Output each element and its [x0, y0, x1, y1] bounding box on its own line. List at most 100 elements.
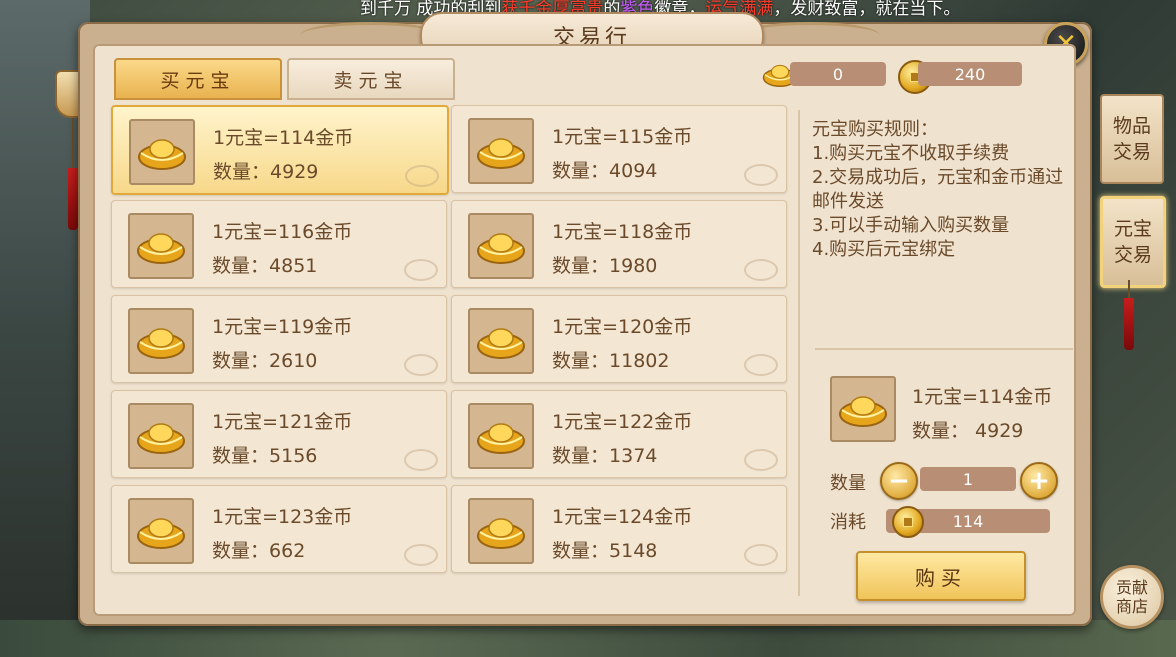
- offer-quantity: 数量：11802: [552, 346, 669, 373]
- offer-card[interactable]: 1元宝=119金币 数量：2610: [111, 295, 447, 383]
- offer-rate: 1元宝=115金币: [552, 126, 693, 148]
- tab-sell-yuanbao[interactable]: 卖元宝: [287, 58, 455, 100]
- tassel-cord: [1128, 280, 1130, 300]
- offer-card[interactable]: 1元宝=118金币 数量：1980: [451, 200, 787, 288]
- offer-card[interactable]: 1元宝=114金币 数量：4929: [111, 105, 449, 195]
- quantity-prefix: 数量：: [552, 255, 610, 277]
- selected-rate: 1元宝=114金币: [912, 386, 1053, 408]
- offer-card[interactable]: 1元宝=120金币数量：11802: [451, 295, 787, 383]
- item-slot: [129, 119, 195, 185]
- tab-buy-yuanbao[interactable]: 买元宝: [114, 58, 282, 100]
- cost-label: 消耗: [830, 512, 866, 533]
- gold-ingot-icon: [477, 138, 525, 169]
- rule-item: 2.交易成功后，元宝和金币通过邮件发送: [812, 167, 1064, 212]
- quantity-value: 1980: [609, 255, 658, 277]
- shop-label: 商店: [1115, 597, 1148, 616]
- increase-quantity-button[interactable]: +: [1020, 462, 1058, 500]
- buy-button[interactable]: 购买: [856, 551, 1026, 601]
- decrease-quantity-button[interactable]: −: [880, 462, 918, 500]
- quantity-prefix: 数量：: [552, 350, 610, 372]
- offer-rate: 1元宝=124金币: [552, 506, 693, 528]
- cloud-ornament: [405, 165, 439, 187]
- cloud-ornament: [744, 354, 778, 376]
- offer-quantity: 数量：5156: [212, 441, 317, 468]
- cloud-ornament: [404, 259, 438, 281]
- offer-quantity: 数量：2610: [212, 346, 317, 373]
- offer-rate: 1元宝=123金币: [212, 506, 353, 528]
- quantity-prefix: 数量：: [552, 160, 610, 182]
- gold-ingot-icon: [477, 233, 525, 264]
- quantity-value: 4929: [270, 161, 319, 183]
- cloud-ornament: [404, 354, 438, 376]
- gold-ingot-icon: [477, 328, 525, 359]
- item-slot: [468, 213, 534, 279]
- offer-card[interactable]: 1元宝=115金币 数量：4094: [451, 105, 787, 193]
- cloud-ornament: [744, 544, 778, 566]
- offer-quantity: 数量：4851: [212, 251, 317, 278]
- selected-item-slot: [830, 376, 896, 442]
- offer-card[interactable]: 1元宝=116金币数量：4851: [111, 200, 447, 288]
- side-tab-label: 元宝: [1113, 218, 1152, 240]
- yuanbao-balance: 0: [790, 62, 886, 86]
- quantity-input[interactable]: 1: [920, 467, 1016, 491]
- marquee-segment: 到千万: [360, 0, 411, 19]
- gold-coin-icon: [892, 506, 924, 538]
- gold-ingot-icon: [137, 328, 185, 359]
- minus-icon: −: [888, 466, 910, 496]
- quantity-prefix: 数量：: [213, 161, 271, 183]
- contribution-shop-button[interactable]: 贡献 商店: [1100, 565, 1164, 629]
- cloud-ornament: [744, 449, 778, 471]
- gold-ingot-icon: [477, 423, 525, 454]
- quantity-prefix: 数量：: [212, 350, 270, 372]
- offer-quantity: 数量：1374: [552, 441, 657, 468]
- offer-rate: 1元宝=120金币: [552, 316, 693, 338]
- cloud-ornament: [744, 259, 778, 281]
- offer-card[interactable]: 1元宝=124金币数量：5148: [451, 485, 787, 573]
- red-tassel-icon: [68, 168, 78, 230]
- quantity-prefix: 数量：: [552, 445, 610, 467]
- item-slot: [468, 403, 534, 469]
- offer-rate: 1元宝=121金币: [212, 411, 353, 433]
- quantity-prefix: 数量：: [212, 540, 270, 562]
- item-slot: [128, 403, 194, 469]
- gold-ingot-icon: [137, 423, 185, 454]
- rule-item: 1.购买元宝不收取手续费: [812, 143, 1010, 164]
- side-tab-label: 交易: [1112, 141, 1151, 163]
- quantity-label: 数量: [830, 473, 866, 494]
- quantity-value: 5156: [269, 445, 318, 467]
- panel-divider: [798, 110, 800, 596]
- red-tassel-icon: [1124, 298, 1134, 350]
- quantity-value: 4094: [609, 160, 658, 182]
- offer-card[interactable]: 1元宝=122金币数量：1374: [451, 390, 787, 478]
- gold-ingot-icon: [138, 139, 186, 170]
- selected-quantity: 数量： 4929: [912, 420, 1024, 442]
- side-tab-goods-trade[interactable]: 物品 交易: [1100, 94, 1164, 184]
- offer-quantity: 数量：5148: [552, 536, 657, 563]
- quantity-prefix: 数量：: [212, 255, 270, 277]
- quantity-prefix: 数量：: [212, 445, 270, 467]
- offer-rate: 1元宝=114金币: [213, 127, 354, 149]
- item-slot: [128, 308, 194, 374]
- quantity-value: 2610: [269, 350, 318, 372]
- offer-rate: 1元宝=119金币: [212, 316, 353, 338]
- offer-rate: 1元宝=116金币: [212, 221, 353, 243]
- cloud-ornament: [744, 164, 778, 186]
- gold-ingot-icon: [137, 518, 185, 549]
- offer-card[interactable]: 1元宝=123金币 数量：662: [111, 485, 447, 573]
- side-tab-label: 物品: [1112, 115, 1151, 137]
- cloud-ornament: [404, 544, 438, 566]
- gold-ingot-icon: [839, 396, 887, 427]
- lantern-cord: [72, 112, 74, 170]
- offer-card[interactable]: 1元宝=121金币 数量：5156: [111, 390, 447, 478]
- offer-quantity: 数量：4929: [213, 157, 318, 184]
- offer-rate: 1元宝=122金币: [552, 411, 693, 433]
- shop-label: 贡献: [1115, 578, 1148, 597]
- offer-rate: 1元宝=118金币: [552, 221, 693, 243]
- side-tab-yuanbao-trade[interactable]: 元宝 交易: [1100, 196, 1166, 288]
- item-slot: [128, 498, 194, 564]
- item-slot: [128, 213, 194, 279]
- item-slot: [468, 308, 534, 374]
- gold-ingot-icon: [137, 233, 185, 264]
- purchase-rules: 元宝购买规则： 1.购买元宝不收取手续费 2.交易成功后，元宝和金币通过邮件发送…: [812, 118, 1072, 262]
- marquee-segment: ，发财致富，就在当下。: [773, 0, 961, 19]
